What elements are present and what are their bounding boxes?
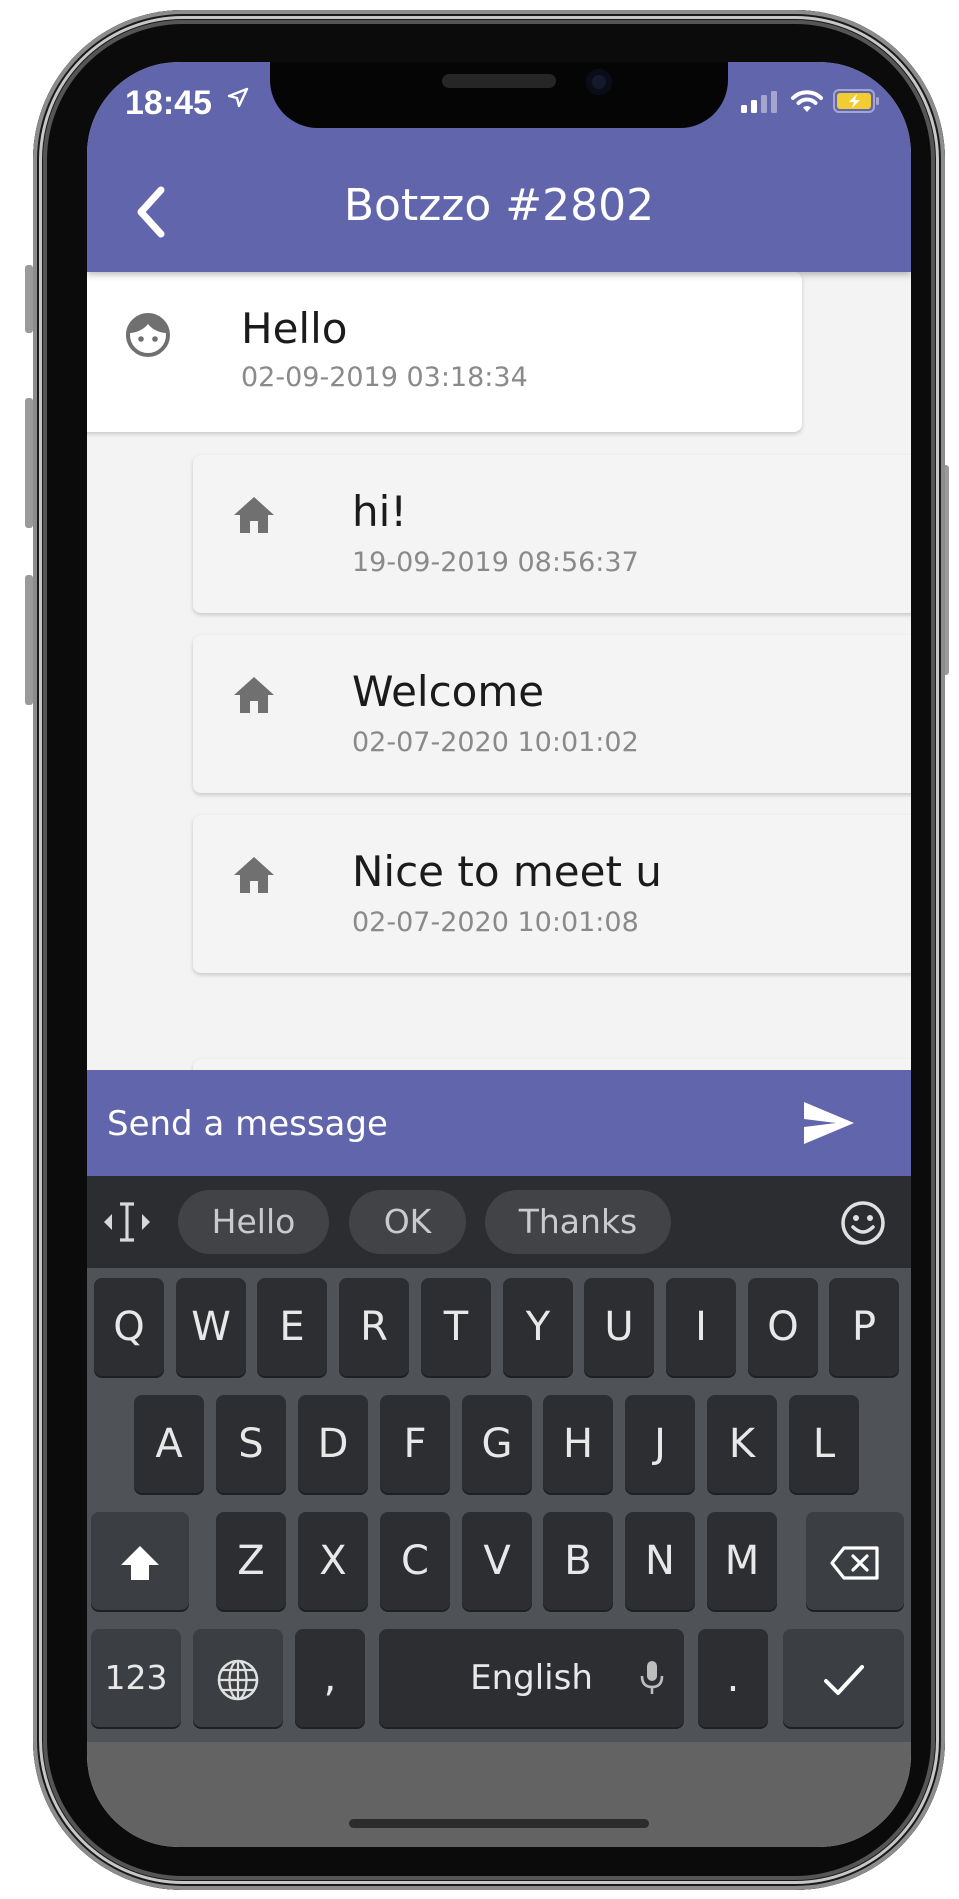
- key-z[interactable]: Z: [216, 1512, 286, 1610]
- status-icons: [741, 89, 881, 113]
- key-q[interactable]: Q: [94, 1278, 164, 1376]
- notch: [270, 62, 728, 128]
- smiley-icon[interactable]: [840, 1200, 886, 1250]
- message-bubble-bot[interactable]: hi! 19-09-2019 08:56:37: [193, 455, 911, 613]
- backspace-key[interactable]: [806, 1512, 904, 1610]
- key-l[interactable]: L: [789, 1395, 859, 1493]
- key-t[interactable]: T: [421, 1278, 491, 1376]
- send-icon: [804, 1102, 854, 1144]
- keyboard: Q W E R T Y U I O P A S D F G H J K L Z …: [87, 1268, 911, 1742]
- key-r[interactable]: R: [339, 1278, 409, 1376]
- speaker-grille: [442, 74, 556, 88]
- message-bubble-user[interactable]: Hello 02-09-2019 03:18:34: [87, 272, 802, 432]
- key-i[interactable]: I: [666, 1278, 736, 1376]
- keyboard-bottom-area: [87, 1742, 911, 1847]
- key-p[interactable]: P: [829, 1278, 899, 1376]
- space-key-label: English: [470, 1658, 593, 1698]
- keyboard-suggestion-bar: Hello OK Thanks: [87, 1176, 911, 1268]
- key-f[interactable]: F: [380, 1395, 450, 1493]
- message-timestamp: 02-09-2019 03:18:34: [241, 362, 528, 393]
- period-key[interactable]: .: [698, 1629, 768, 1727]
- key-b[interactable]: B: [543, 1512, 613, 1610]
- home-indicator[interactable]: [349, 1819, 649, 1828]
- shift-icon: [121, 1546, 159, 1580]
- comma-key[interactable]: ,: [295, 1629, 365, 1727]
- phone-screen: 18:45 Botzzo #2802 Hello 02-09-2019 03:1…: [87, 62, 911, 1847]
- backspace-icon: [830, 1546, 879, 1580]
- key-y[interactable]: Y: [503, 1278, 573, 1376]
- suggestion-chip[interactable]: Hello: [178, 1190, 329, 1254]
- home-icon: [232, 855, 276, 899]
- mute-switch: [25, 265, 33, 333]
- globe-icon: [217, 1659, 259, 1701]
- wifi-icon: [791, 90, 823, 112]
- globe-key[interactable]: [193, 1629, 283, 1727]
- text-cursor-icon[interactable]: [101, 1200, 153, 1248]
- status-time: 18:45: [125, 84, 212, 122]
- key-c[interactable]: C: [380, 1512, 450, 1610]
- home-icon: [232, 495, 276, 539]
- send-button[interactable]: [802, 1100, 856, 1146]
- key-s[interactable]: S: [216, 1395, 286, 1493]
- battery-icon: [833, 89, 879, 113]
- page-title: Botzzo #2802: [343, 180, 655, 231]
- home-icon: [232, 675, 276, 719]
- chat-list[interactable]: Hello 02-09-2019 03:18:34 hi! 19-09-2019…: [87, 272, 911, 1070]
- key-n[interactable]: N: [625, 1512, 695, 1610]
- front-camera: [586, 69, 612, 95]
- volume-down-button: [25, 575, 33, 705]
- message-timestamp: 02-07-2020 10:01:02: [352, 727, 639, 758]
- key-d[interactable]: D: [298, 1395, 368, 1493]
- message-text: Hello: [241, 304, 348, 353]
- key-k[interactable]: K: [707, 1395, 777, 1493]
- key-m[interactable]: M: [707, 1512, 777, 1610]
- message-timestamp: 02-07-2020 10:01:08: [352, 907, 639, 938]
- key-u[interactable]: U: [584, 1278, 654, 1376]
- space-key[interactable]: English: [379, 1629, 684, 1727]
- key-x[interactable]: X: [298, 1512, 368, 1610]
- message-bubble-bot[interactable]: Welcome 02-07-2020 10:01:02: [193, 635, 911, 793]
- shift-key[interactable]: [91, 1512, 189, 1610]
- key-w[interactable]: W: [176, 1278, 246, 1376]
- enter-key[interactable]: [783, 1629, 904, 1727]
- key-g[interactable]: G: [462, 1395, 532, 1493]
- volume-up-button: [25, 398, 33, 528]
- checkmark-icon: [823, 1665, 864, 1695]
- location-arrow-icon: [227, 87, 249, 113]
- key-e[interactable]: E: [257, 1278, 327, 1376]
- suggestion-chip[interactable]: OK: [349, 1190, 466, 1254]
- message-text: hi!: [352, 487, 408, 536]
- key-j[interactable]: J: [625, 1395, 695, 1493]
- user-face-icon: [125, 312, 171, 362]
- key-o[interactable]: O: [748, 1278, 818, 1376]
- key-h[interactable]: H: [543, 1395, 613, 1493]
- key-v[interactable]: V: [462, 1512, 532, 1610]
- numbers-key[interactable]: 123: [91, 1629, 181, 1727]
- signal-icon: [741, 91, 777, 113]
- message-bubble-bot-partial: [193, 1059, 911, 1070]
- message-bubble-bot[interactable]: Nice to meet u 02-07-2020 10:01:08: [193, 815, 911, 973]
- message-composer: [87, 1070, 911, 1176]
- message-text: Nice to meet u: [352, 847, 662, 896]
- message-timestamp: 19-09-2019 08:56:37: [352, 547, 639, 578]
- microphone-icon: [640, 1661, 664, 1694]
- key-a[interactable]: A: [134, 1395, 204, 1493]
- message-input[interactable]: [105, 1096, 749, 1152]
- message-text: Welcome: [352, 667, 545, 716]
- suggestion-chip[interactable]: Thanks: [485, 1190, 671, 1254]
